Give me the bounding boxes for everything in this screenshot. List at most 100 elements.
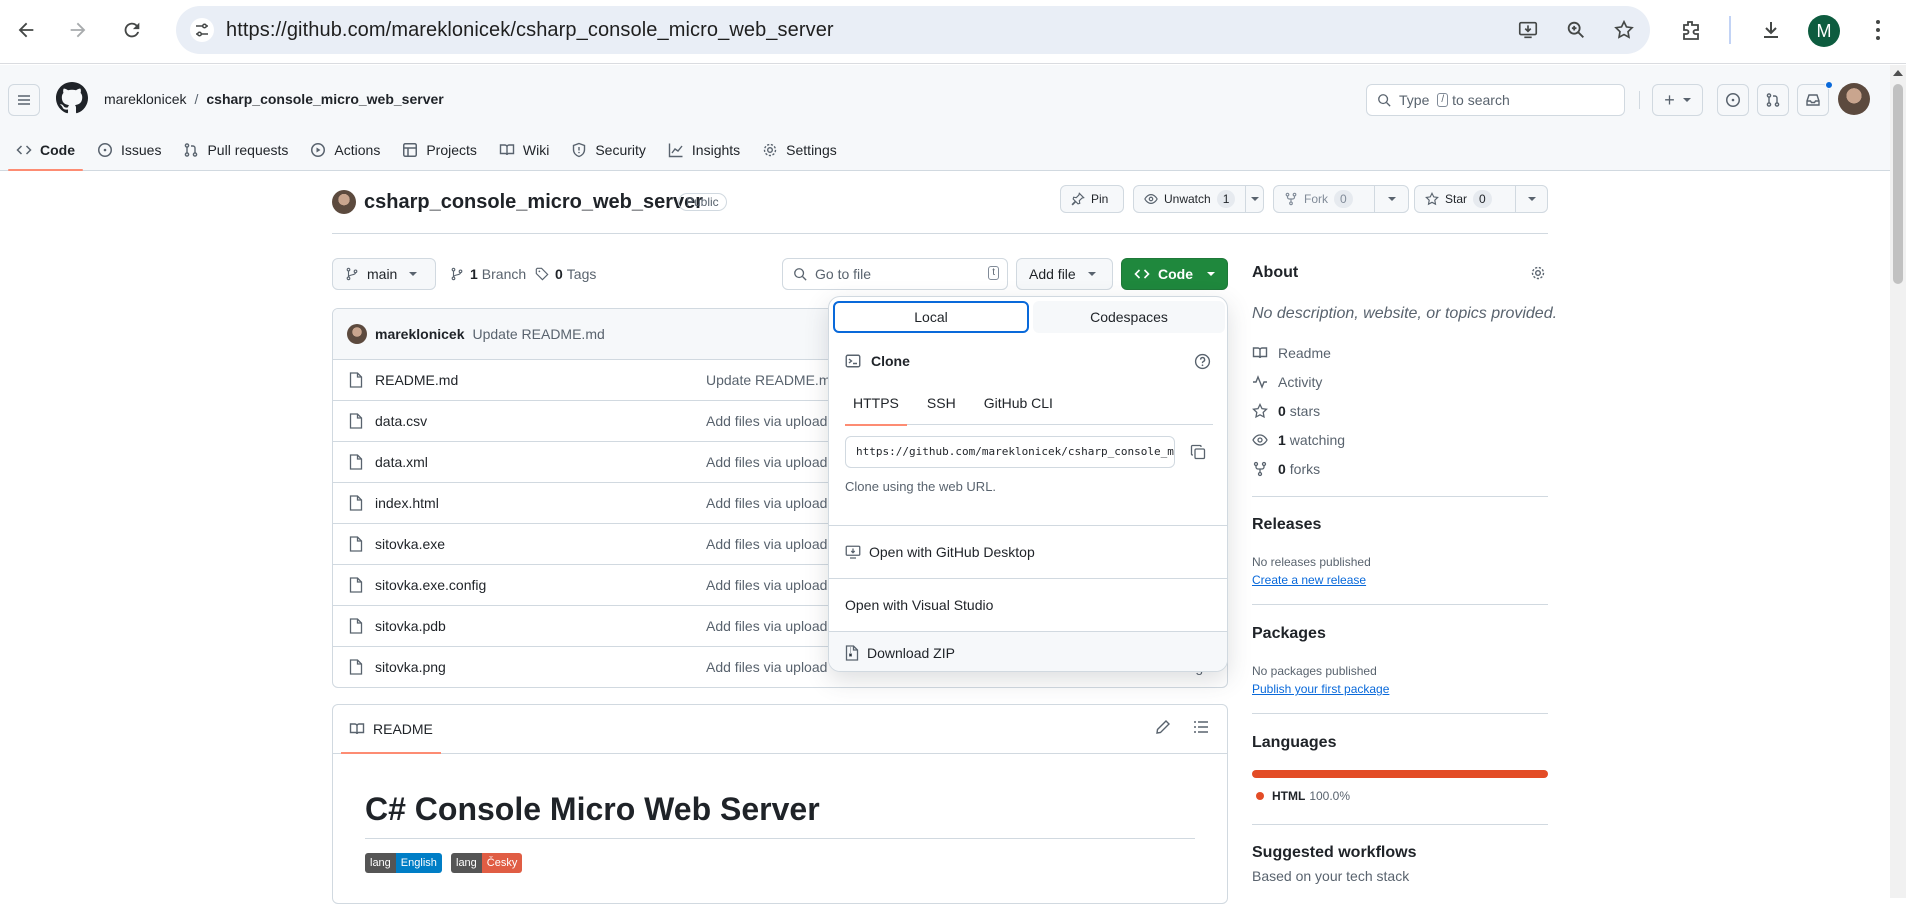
file-commit-message[interactable]: Add files via upload: [706, 413, 827, 429]
downloads-icon[interactable]: [1757, 16, 1785, 44]
issues-button[interactable]: [1717, 84, 1749, 116]
tab-projects[interactable]: Projects: [394, 130, 485, 170]
scrollbar-thumb[interactable]: [1893, 84, 1903, 284]
watching-link[interactable]: 1 watching: [1252, 432, 1345, 448]
pin-button[interactable]: Pin: [1060, 185, 1124, 213]
install-app-icon[interactable]: [1516, 18, 1540, 42]
tab-issues[interactable]: Issues: [89, 130, 169, 170]
pencil-icon[interactable]: [1155, 719, 1171, 735]
tab-codespaces[interactable]: Codespaces: [1033, 301, 1225, 333]
commit-message[interactable]: Update README.md: [473, 326, 605, 342]
file-commit-message[interactable]: Add files via upload: [706, 577, 827, 593]
bookmark-star-icon[interactable]: [1612, 18, 1636, 42]
readme-tab[interactable]: README: [341, 705, 441, 754]
tab-wiki[interactable]: Wiki: [491, 130, 557, 170]
file-commit-message[interactable]: Add files via upload: [706, 495, 827, 511]
github-logo-icon[interactable]: [56, 82, 88, 114]
watch-options-button[interactable]: [1245, 186, 1263, 212]
book-icon: [1252, 347, 1268, 359]
tab-security[interactable]: Security: [563, 130, 654, 170]
file-name[interactable]: sitovka.exe.config: [375, 577, 486, 593]
code-button[interactable]: Code: [1121, 258, 1228, 290]
zoom-icon[interactable]: [1564, 18, 1588, 42]
inbox-button[interactable]: [1797, 84, 1829, 116]
file-name[interactable]: data.xml: [375, 454, 428, 470]
file-name[interactable]: sitovka.exe: [375, 536, 445, 552]
stars-link[interactable]: 0 stars: [1252, 403, 1320, 419]
branch-select-button[interactable]: main: [332, 258, 436, 290]
terminal-icon: [845, 354, 861, 368]
tab-https[interactable]: HTTPS: [845, 381, 907, 426]
open-global-nav-button[interactable]: [8, 84, 40, 116]
owner-avatar[interactable]: [332, 190, 356, 214]
open-visual-studio[interactable]: Open with Visual Studio: [829, 578, 1227, 631]
open-github-desktop[interactable]: Open with GitHub Desktop: [829, 525, 1227, 578]
clone-url-input[interactable]: https://github.com/mareklonicek/csharp_c…: [845, 436, 1175, 468]
file-name[interactable]: sitovka.png: [375, 659, 446, 675]
file-name[interactable]: data.csv: [375, 413, 427, 429]
url-text[interactable]: https://github.com/mareklonicek/csharp_c…: [226, 19, 834, 42]
lang-czech-badge[interactable]: lang Česky: [451, 853, 523, 873]
search-icon: [1378, 94, 1391, 107]
tab-code[interactable]: Code: [8, 130, 83, 171]
create-new-button[interactable]: +: [1652, 84, 1703, 116]
star-button[interactable]: Star 0: [1414, 185, 1548, 213]
tags-link[interactable]: 0 Tags: [535, 266, 596, 282]
fork-options-button[interactable]: [1374, 186, 1408, 212]
file-commit-message[interactable]: Add files via upload: [706, 618, 827, 634]
tab-actions[interactable]: Actions: [302, 130, 388, 170]
tab-pull-requests[interactable]: Pull requests: [175, 130, 296, 170]
scroll-up-arrow-icon[interactable]: [1893, 70, 1903, 76]
packages-title[interactable]: Packages: [1252, 625, 1326, 643]
unwatch-button[interactable]: Unwatch 1: [1133, 185, 1264, 213]
commit-author-avatar[interactable]: [347, 324, 367, 344]
repo-title[interactable]: csharp_console_micro_web_server: [364, 191, 703, 214]
copy-url-button[interactable]: [1183, 437, 1213, 467]
language-item[interactable]: HTML 100.0%: [1256, 789, 1350, 803]
download-zip[interactable]: Download ZIP: [829, 631, 1227, 671]
star-list-button[interactable]: [1515, 186, 1547, 212]
tab-insights[interactable]: Insights: [660, 130, 748, 170]
branches-link[interactable]: 1 Branch: [450, 266, 526, 282]
lang-english-badge[interactable]: lang English: [365, 853, 442, 873]
file-name[interactable]: sitovka.pdb: [375, 618, 446, 634]
packages-empty: No packages published: [1252, 664, 1377, 678]
forks-link[interactable]: 0 forks: [1252, 461, 1320, 477]
file-name[interactable]: index.html: [375, 495, 439, 511]
profile-avatar[interactable]: M: [1808, 15, 1840, 47]
question-icon[interactable]: [1194, 353, 1211, 370]
tab-github-cli[interactable]: GitHub CLI: [976, 381, 1061, 425]
back-button[interactable]: [12, 12, 40, 48]
forward-button[interactable]: [64, 12, 92, 48]
outline-list-icon[interactable]: [1193, 719, 1209, 735]
tab-ssh[interactable]: SSH: [919, 381, 964, 425]
commit-author[interactable]: mareklonicek: [375, 326, 465, 342]
readme-link[interactable]: Readme: [1252, 345, 1331, 361]
publish-package-link[interactable]: Publish your first package: [1252, 682, 1389, 696]
tab-local[interactable]: Local: [833, 301, 1029, 333]
reload-button[interactable]: [118, 12, 146, 48]
tag-label: Tags: [566, 266, 597, 282]
tab-settings[interactable]: Settings: [754, 130, 845, 170]
releases-title[interactable]: Releases: [1252, 516, 1321, 534]
file-commit-message[interactable]: Add files via upload: [706, 454, 827, 470]
user-avatar[interactable]: [1838, 83, 1870, 115]
add-file-button[interactable]: Add file: [1016, 258, 1113, 290]
create-release-link[interactable]: Create a new release: [1252, 573, 1366, 587]
breadcrumb-owner[interactable]: mareklonicek: [104, 91, 186, 107]
file-commit-message[interactable]: Update README.md: [706, 372, 838, 388]
file-commit-message[interactable]: Add files via upload: [706, 536, 827, 552]
pull-requests-button[interactable]: [1757, 84, 1789, 116]
file-commit-message[interactable]: Add files via upload: [706, 659, 827, 675]
site-info-icon[interactable]: [190, 18, 214, 42]
go-to-file-input[interactable]: Go to file t: [782, 258, 1008, 290]
search-input[interactable]: Type / to search: [1366, 84, 1625, 116]
activity-link[interactable]: Activity: [1252, 374, 1322, 390]
file-name[interactable]: README.md: [375, 372, 458, 388]
breadcrumb-repo[interactable]: csharp_console_micro_web_server: [206, 91, 443, 107]
fork-button[interactable]: Fork 0: [1273, 185, 1409, 213]
extensions-icon[interactable]: [1677, 16, 1705, 44]
browser-menu-icon[interactable]: [1864, 16, 1892, 44]
address-bar[interactable]: https://github.com/mareklonicek/csharp_c…: [176, 6, 1650, 54]
gear-icon[interactable]: [1530, 265, 1546, 281]
